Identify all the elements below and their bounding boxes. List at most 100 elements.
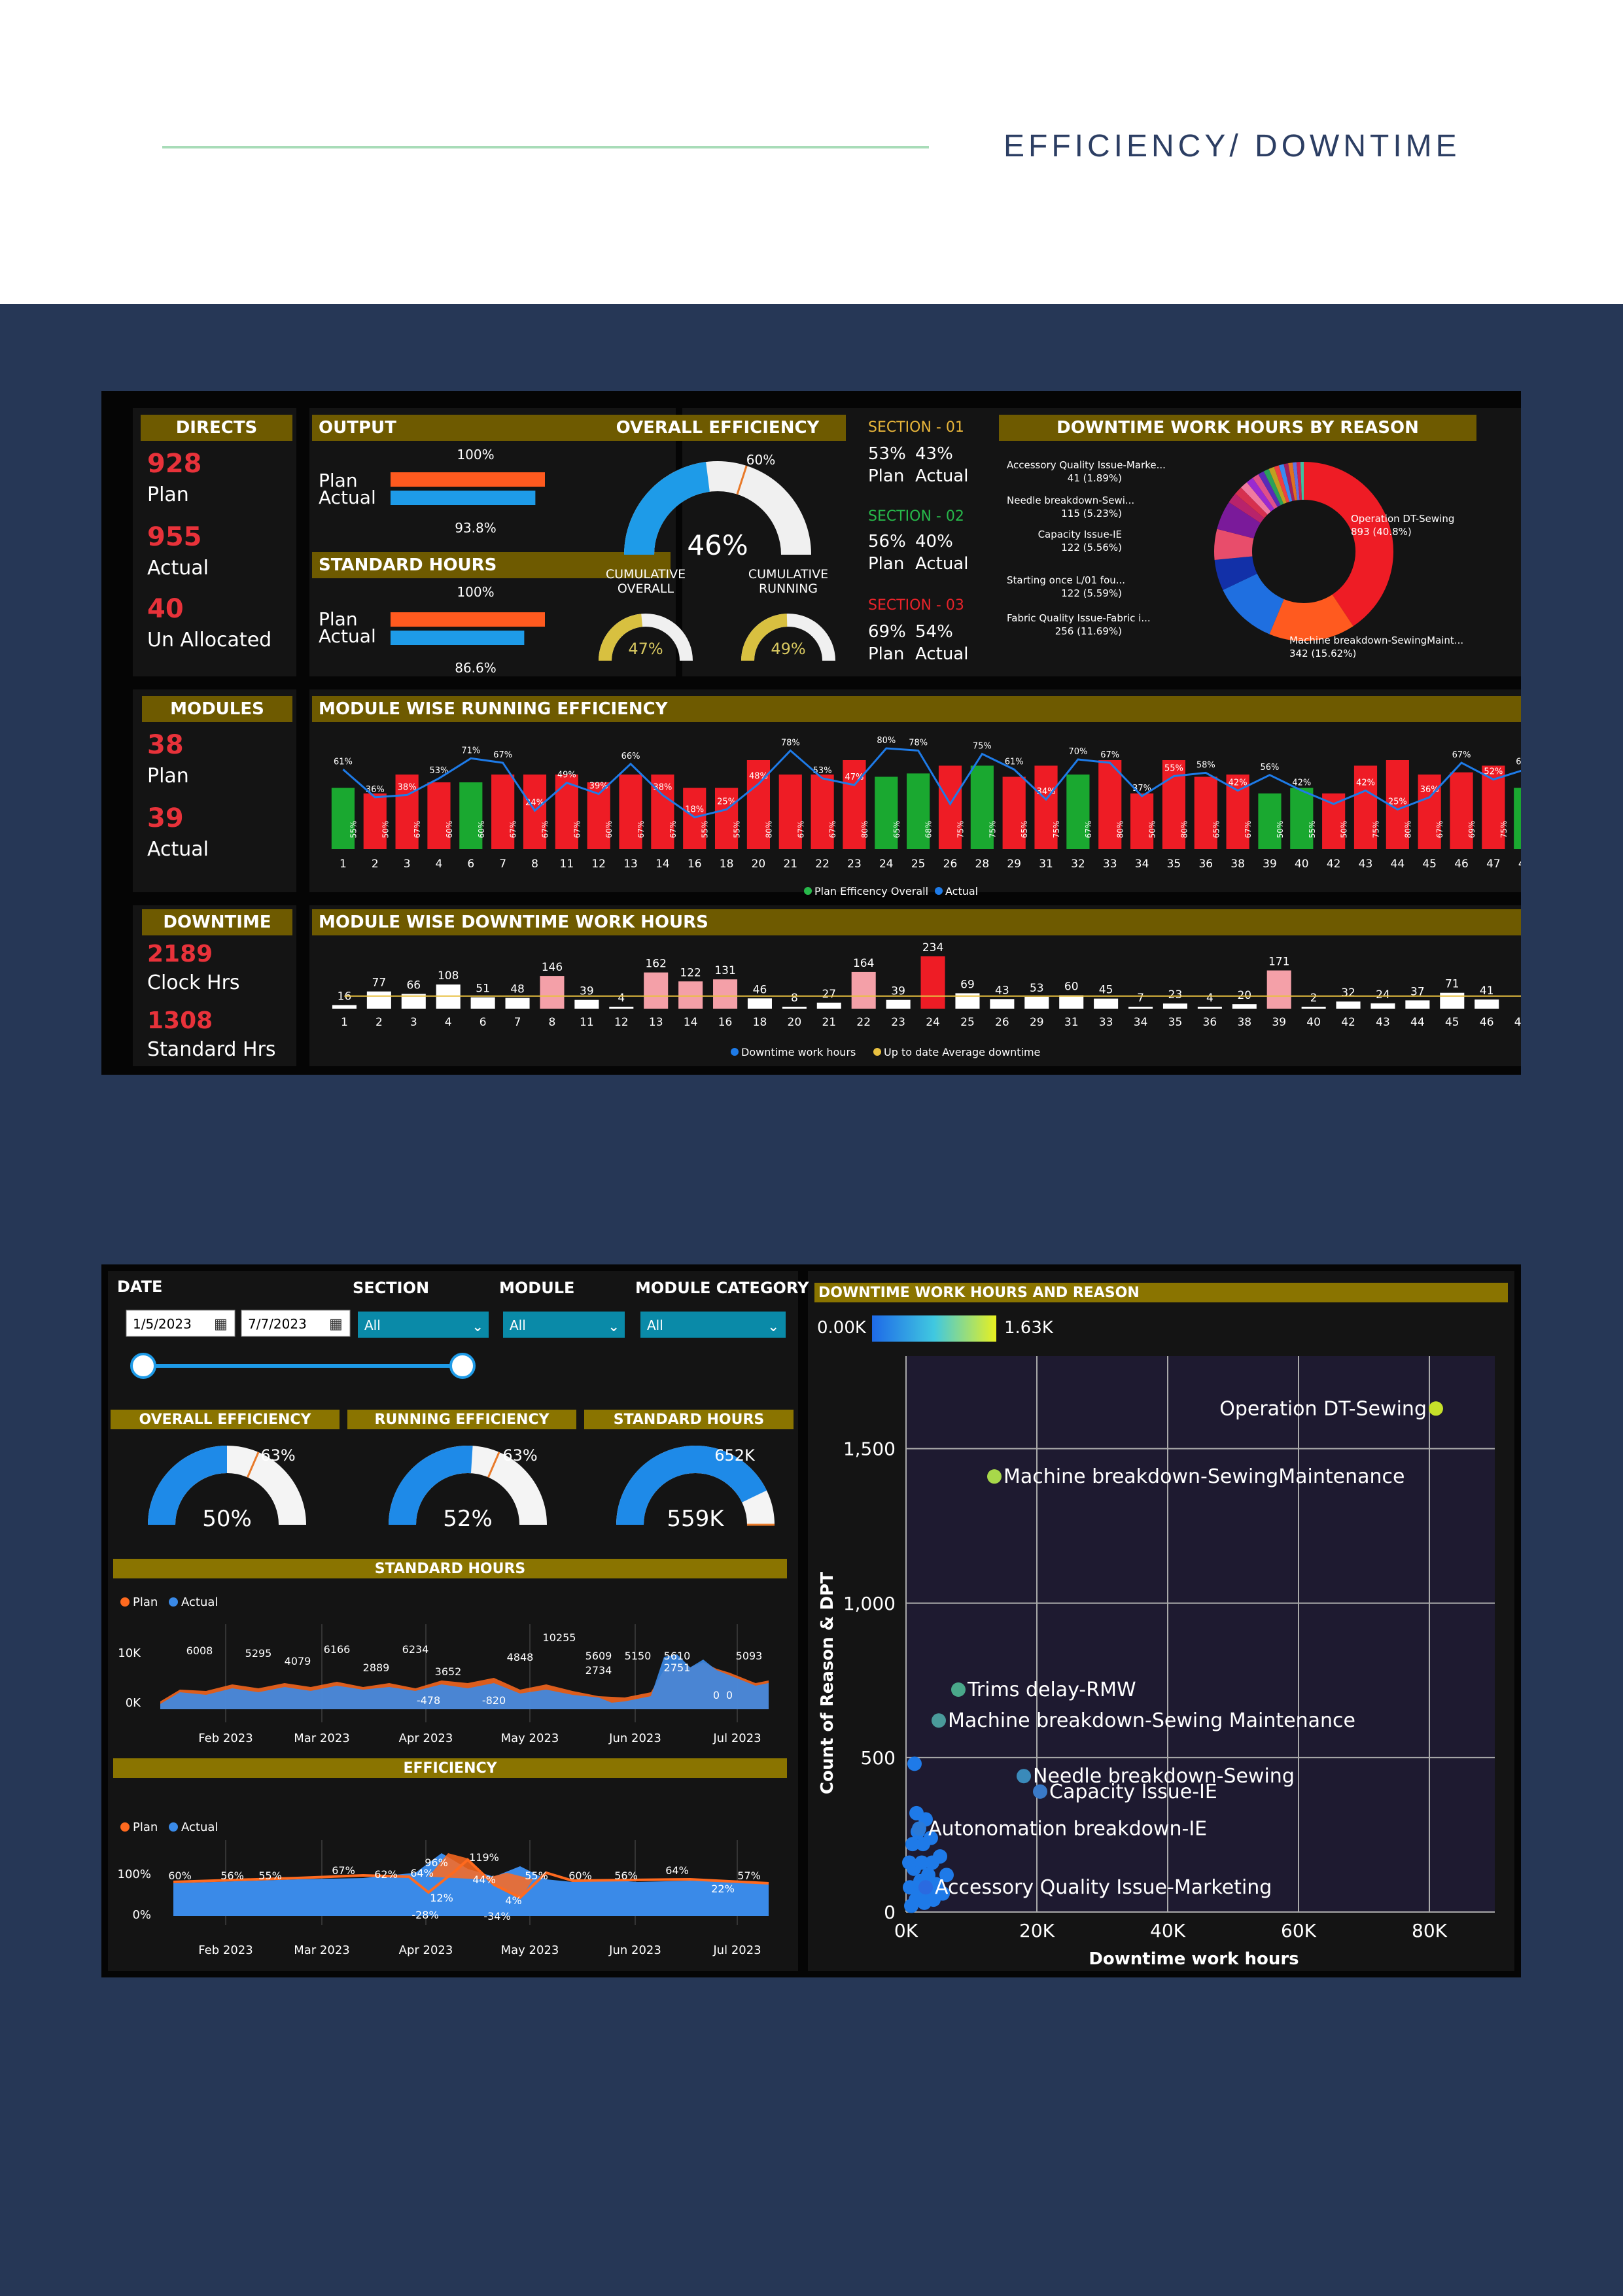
eff-data-label: 62%	[374, 1868, 398, 1881]
plan-bar-label: 67%	[541, 821, 550, 839]
plan-bar-label: 80%	[1116, 821, 1125, 839]
scatter-point	[1429, 1401, 1443, 1416]
overall-efficiency-target: 60%	[746, 452, 775, 468]
kpi-overall-title: OVERALL EFFICIENCY	[139, 1412, 312, 1428]
module-efficiency-legend-actual: Actual	[945, 885, 978, 897]
module-efficiency-legend-plan: Plan Efficency Overall	[814, 885, 928, 897]
module-tick: 1	[341, 1016, 348, 1029]
downtime-bar-label: 23	[1168, 988, 1183, 1001]
eff-data-label: 55%	[525, 1870, 548, 1882]
std-data-label: 0	[713, 1689, 720, 1701]
date-from-value: 1/5/2023	[133, 1316, 192, 1332]
module-tick: 40	[1295, 858, 1309, 871]
actual-point-label: 58%	[1196, 760, 1215, 770]
chevron-down-icon[interactable]: ⌄	[472, 1319, 483, 1335]
directs-actual-value: 955	[147, 522, 202, 552]
plan-bar-6	[459, 782, 483, 849]
downtime-bar-label: 2	[1310, 992, 1318, 1005]
date-slider-start-handle[interactable]	[130, 1353, 156, 1379]
std-data-label: 10255	[543, 1631, 576, 1644]
section-02-plan-label: Plan	[868, 554, 904, 574]
scatter-ytick: 500	[861, 1747, 896, 1769]
standard-hours-actual-label: Actual	[319, 625, 376, 647]
plan-bar-label: 55%	[1308, 821, 1317, 839]
module-tick: 22	[815, 858, 829, 871]
module-tick: 18	[753, 1016, 767, 1029]
kpi-standard-target: 652K	[714, 1446, 756, 1465]
module-tick: 21	[822, 1016, 836, 1029]
std-data-label: 5609	[585, 1650, 612, 1662]
scatter-xtick: 40K	[1150, 1920, 1186, 1941]
module-tick: 12	[614, 1016, 629, 1029]
actual-point-label: 75%	[973, 742, 992, 752]
eff-ytick-0: 0%	[132, 1908, 151, 1922]
donut-slice-1	[1269, 594, 1353, 641]
reason-value-1: 115 (5.23%)	[1061, 508, 1122, 519]
std-data-label: -820	[482, 1694, 506, 1707]
plan-bar-40	[1290, 788, 1314, 849]
std-data-label: -478	[417, 1694, 440, 1707]
module-tick: 33	[1103, 858, 1117, 871]
section-01-plan-label: Plan	[868, 466, 904, 486]
scatter-xtick: 20K	[1019, 1920, 1055, 1941]
module-tick: 47	[1514, 1016, 1521, 1029]
std-ytick-0k: 0K	[126, 1696, 141, 1710]
cumulative-overall-value: 47%	[628, 640, 663, 658]
plan-bar-label: 55%	[349, 821, 358, 839]
std-data-label: 6166	[324, 1643, 351, 1656]
module-tick: 40	[1306, 1016, 1321, 1029]
module-tick: 35	[1167, 858, 1181, 871]
downtime-bar-label: 4	[1206, 992, 1213, 1005]
directs-plan-value: 928	[147, 449, 202, 479]
module-tick: 46	[1454, 858, 1469, 871]
plan-bar-label: 50%	[1276, 821, 1285, 839]
downtime-bar-8	[540, 976, 565, 1009]
date-slider-end-handle[interactable]	[449, 1353, 476, 1379]
scatter-point	[987, 1469, 1002, 1484]
module-tick: 14	[655, 858, 670, 871]
downtime-clock-value: 2189	[147, 941, 213, 967]
downtime-bar-43	[1370, 1003, 1395, 1009]
downtime-bar-label: 43	[995, 984, 1009, 997]
plan-bar-label: 80%	[860, 821, 869, 839]
downtime-bar-42	[1336, 1001, 1361, 1009]
downtime-bar-label: 45	[1099, 984, 1113, 997]
actual-point-label: 80%	[877, 736, 896, 746]
reason-label-1: Needle breakdown-Sewi...	[1007, 495, 1134, 506]
calendar-icon[interactable]: ▦	[214, 1316, 228, 1332]
calendar-icon[interactable]: ▦	[329, 1316, 343, 1332]
module-tick: 32	[1071, 858, 1085, 871]
module-tick: 45	[1445, 1016, 1459, 1029]
chevron-down-icon[interactable]: ⌄	[767, 1319, 779, 1335]
downtime-bar-label: 51	[476, 983, 490, 996]
scatter-scale-max: 1.63K	[1004, 1318, 1054, 1338]
std-legend-plan: Plan	[133, 1595, 158, 1609]
downtime-bar-40	[1301, 1007, 1326, 1009]
chevron-down-icon[interactable]: ⌄	[608, 1319, 620, 1335]
scatter-scale-min: 0.00K	[817, 1318, 867, 1338]
downtime-bar-7	[505, 998, 530, 1009]
eff-data-label: 60%	[568, 1870, 592, 1882]
eff-data-label: 119%	[469, 1851, 499, 1864]
plan-bar-label: 50%	[1340, 821, 1349, 839]
reason-value-2: 122 (5.56%)	[1061, 542, 1122, 553]
kpi-row: OVERALL EFFICIENCY RUNNING EFFICIENCY ST…	[111, 1410, 794, 1532]
eff-legend-plan: Plan	[133, 1820, 158, 1834]
downtime-bar-26	[990, 999, 1015, 1009]
downtime-bar-label: 48	[510, 983, 525, 996]
downtime-bar-label: 32	[1341, 986, 1355, 1000]
output-actual-pct: 93.8%	[455, 520, 497, 536]
filter-date-label: DATE	[117, 1278, 162, 1296]
legend-dot-plan	[120, 1597, 130, 1607]
plan-bar-label: 75%	[1372, 821, 1381, 839]
eff-data-label: 67%	[332, 1864, 355, 1877]
module-tick: 25	[960, 1016, 975, 1029]
filter-category-label: MODULE CATEGORY	[635, 1279, 809, 1297]
scatter-point	[1033, 1784, 1047, 1799]
standard-hours-plan-bar	[391, 612, 545, 627]
eff-data-label: 55%	[258, 1870, 282, 1882]
module-tick: 33	[1099, 1016, 1113, 1029]
module-tick: 31	[1039, 858, 1053, 871]
module-downtime-legend-hours: Downtime work hours	[741, 1046, 856, 1058]
module-tick: 13	[649, 1016, 663, 1029]
